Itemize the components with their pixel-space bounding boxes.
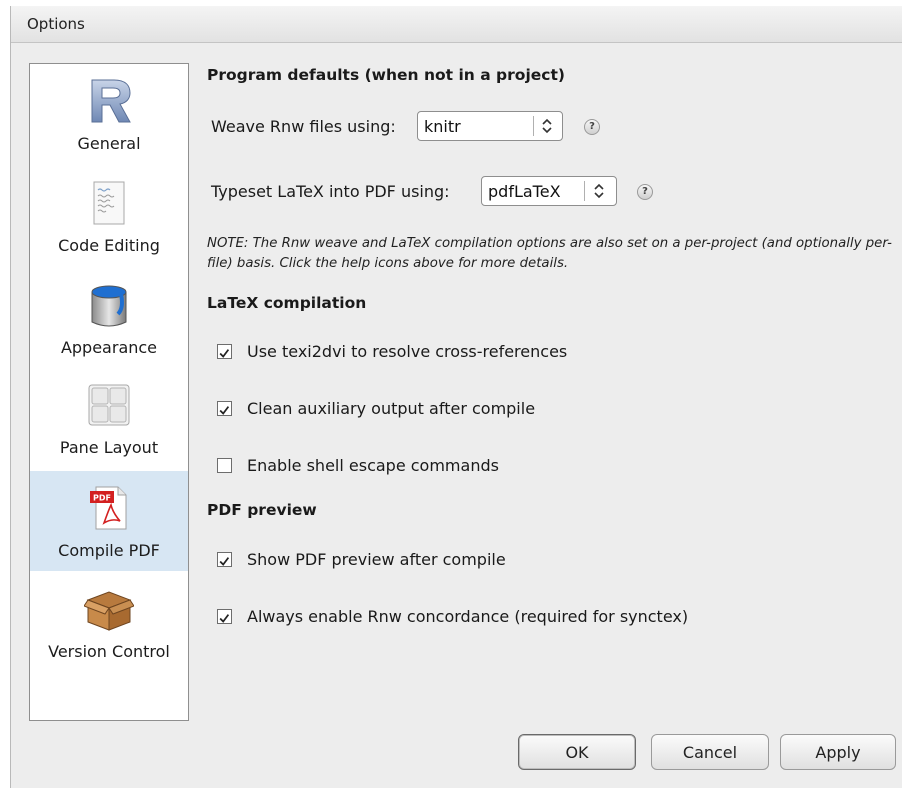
window-title: Options (27, 15, 85, 33)
checkbox-shell-escape[interactable] (217, 458, 232, 473)
sidebar-item-general[interactable]: General (30, 64, 188, 164)
section-title-latex-compilation: LaTeX compilation (207, 294, 367, 312)
pane-grid-icon (88, 384, 130, 426)
typeset-help-icon[interactable]: ? (637, 184, 653, 200)
typeset-label: Typeset LaTeX into PDF using: (211, 182, 450, 201)
checkbox-label: Clean auxiliary output after compile (247, 399, 536, 418)
compile-pdf-panel: Program defaults (when not in a project)… (207, 6, 897, 726)
svg-text:PDF: PDF (93, 494, 111, 503)
sidebar-item-label: Pane Layout (59, 438, 159, 457)
weave-select-value: knitr (424, 117, 461, 136)
options-sidebar: General Code Editing Appearance Pane Lay… (29, 63, 189, 721)
select-divider (584, 181, 585, 201)
apply-button[interactable]: Apply (780, 734, 896, 770)
weave-label: Weave Rnw files using: (211, 117, 396, 136)
sidebar-item-version-control[interactable]: Version Control (30, 572, 188, 672)
checkbox-show-preview[interactable] (217, 552, 232, 567)
checkbox-clean-aux[interactable] (217, 401, 232, 416)
checkbox-label: Always enable Rnw concordance (required … (247, 607, 689, 626)
sidebar-item-label: Compile PDF (58, 541, 160, 560)
code-document-icon (93, 181, 125, 225)
typeset-select-value: pdfLaTeX (488, 182, 561, 201)
section-title-pdf-preview: PDF preview (207, 501, 317, 519)
sidebar-item-pane-layout[interactable]: Pane Layout (30, 368, 188, 468)
weave-select[interactable]: knitr (417, 111, 563, 141)
box-icon (84, 591, 134, 631)
sidebar-item-compile-pdf[interactable]: PDF Compile PDF (30, 471, 188, 571)
sidebar-item-label: Version Control (48, 642, 170, 661)
chevron-updown-icon (594, 183, 604, 199)
sidebar-item-code-editing[interactable]: Code Editing (30, 166, 188, 266)
ok-button[interactable]: OK (518, 734, 636, 770)
paint-bucket-icon (91, 285, 127, 327)
checkbox-texi2dvi[interactable] (217, 344, 232, 359)
checkbox-label: Use texi2dvi to resolve cross-references (247, 342, 568, 361)
sidebar-item-appearance[interactable]: Appearance (30, 268, 188, 368)
typeset-select[interactable]: pdfLaTeX (481, 176, 617, 206)
section-title-program-defaults: Program defaults (when not in a project) (207, 66, 565, 84)
checkbox-concordance[interactable] (217, 609, 232, 624)
select-divider (533, 116, 534, 136)
checkbox-label: Show PDF preview after compile (247, 550, 506, 569)
pdf-icon: PDF (90, 486, 127, 530)
chevron-updown-icon (542, 118, 552, 134)
sidebar-item-label: General (77, 134, 141, 153)
sidebar-item-label: Code Editing (58, 236, 160, 255)
r-logo-icon (91, 79, 131, 123)
options-dialog: Options General Code Editing Appearance … (10, 6, 902, 788)
weave-help-icon[interactable]: ? (584, 119, 600, 135)
checkbox-label: Enable shell escape commands (247, 456, 499, 475)
cancel-button[interactable]: Cancel (651, 734, 769, 770)
sidebar-item-label: Appearance (60, 338, 158, 357)
per-project-note: NOTE: The Rnw weave and LaTeX compilatio… (207, 236, 892, 271)
